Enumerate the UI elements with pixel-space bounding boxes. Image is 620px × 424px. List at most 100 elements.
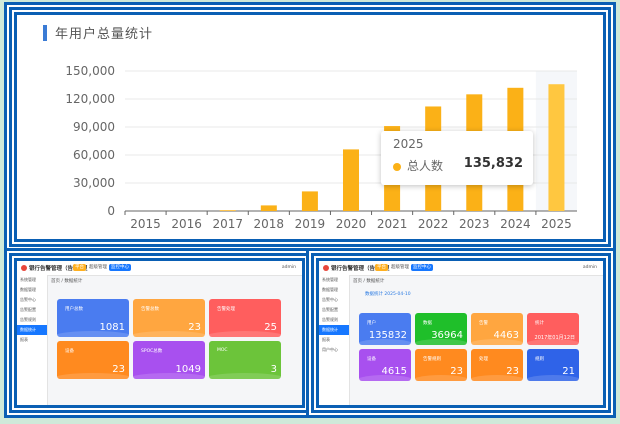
bar-2018 [260,205,277,211]
sidebar-item[interactable]: 数据管理 [17,285,47,295]
x-tick-label: 2023 [459,217,490,231]
monitor-center-button[interactable]: 监控中心 [411,264,433,271]
right-sidebar: 系统管理 数据管理 告警中心 告警配置 告警规则 数据统计 报表 用户中心 [319,275,350,405]
stat-card-value: 23 [188,322,201,333]
sidebar-item[interactable]: 报表 [319,335,349,345]
chart-tooltip: 2025 总人数 135,832 [381,131,533,185]
stat-card-label: 数据 [423,321,432,326]
stat-card-label: 告警规则 [423,357,441,362]
left-admin-page: 银行告警管理（告警管理） 平台 超级管理 监控中心 admin 系统管理 数据管理… [17,261,302,405]
x-tick-label: 2022 [418,217,449,231]
y-tick-label: 120,000 [65,92,115,106]
stat-card-label: 用户总数 [65,307,83,312]
stat-card[interactable]: 告警 4463 [471,313,523,345]
stat-card-value: 23 [506,366,519,377]
bar-2019 [301,191,318,211]
breadcrumb: 首页 / 数据统计 [353,279,385,284]
stat-card[interactable]: 用户 135832 [359,313,411,345]
sidebar-item[interactable]: 告警规则 [319,315,349,325]
sidebar-item[interactable]: 系统管理 [17,275,47,285]
stat-card[interactable]: 统计 2017年01月12日 [527,313,579,345]
y-tick-label: 150,000 [65,64,115,78]
stat-card-value: 36964 [431,330,463,341]
stat-card-value: 3 [270,364,277,375]
x-tick-label: 2020 [336,217,367,231]
stat-card-label: 统计 [535,321,544,326]
annual-users-bar-chart[interactable]: 0 30,000 60,000 90,000 120,000 150,000 2015 201… [17,15,603,239]
stat-card[interactable]: 处理 23 [471,349,523,381]
stat-card-value: 23 [112,364,125,375]
stat-card-value: 4463 [493,330,519,341]
right-admin-page: 银行告警管理（告警管理） 平台 超级管理 监控中心 admin 系统管理 数据管理… [319,261,603,405]
sidebar-item[interactable]: 用户中心 [319,345,349,355]
sidebar-item[interactable]: 数据统计 [319,325,349,335]
sidebar-item[interactable]: 告警配置 [319,305,349,315]
stat-card-label: SPOC总数 [141,349,163,354]
stat-card[interactable]: 用户总数 1081 [57,299,129,337]
stat-card-value: 21 [562,366,575,377]
sidebar-item[interactable]: 系统管理 [319,275,349,285]
stat-card[interactable]: 告警总数 23 [133,299,205,337]
stat-card[interactable]: 数据 36964 [415,313,467,345]
sidebar-item[interactable]: 告警中心 [319,295,349,305]
stat-card[interactable]: 告警规则 23 [415,349,467,381]
sidebar-item[interactable]: 数据统计 [17,325,47,335]
stat-card-label: MOC [217,348,228,353]
y-tick-label: 90,000 [73,120,115,134]
monitor-center-button[interactable]: 监控中心 [109,264,131,271]
user-menu[interactable]: admin [282,265,296,270]
bar-2017 [219,210,236,211]
tooltip-year: 2025 [393,137,424,151]
x-tick-label: 2024 [500,217,531,231]
stat-card-value: 1049 [175,364,201,375]
stat-card[interactable]: 设备 4615 [359,349,411,381]
stat-card-value: 135832 [368,330,407,341]
y-tick-label: 60,000 [73,148,115,162]
bar-2025 [548,84,565,211]
stat-card-label: 设备 [367,357,376,362]
bar-2020 [343,149,359,211]
stat-card-value: 2017年01月12日 [534,335,575,341]
left-admin-screenshot: 银行告警管理（告警管理） 平台 超级管理 监控中心 admin 系统管理 数据管理… [14,258,305,408]
sidebar-item[interactable]: 告警配置 [17,305,47,315]
x-tick-label: 2019 [295,217,326,231]
platform-badge: 平台 [375,264,388,271]
x-tick-label: 2015 [130,217,161,231]
breadcrumb: 首页 / 数据统计 [51,279,83,284]
tooltip-series-dot [393,163,401,171]
right-admin-header: 银行告警管理（告警管理） 平台 超级管理 监控中心 admin [319,261,603,276]
x-tick-label: 2021 [377,217,408,231]
stat-card-value: 25 [264,322,277,333]
app-logo-icon [323,265,329,271]
stat-card[interactable]: SPOC总数 1049 [133,341,205,379]
x-tick-label: 2018 [254,217,285,231]
stat-card-label: 用户 [367,321,376,326]
app-logo-icon [21,265,27,271]
left-admin-header: 银行告警管理（告警管理） 平台 超级管理 监控中心 admin [17,261,302,276]
platform-badge: 平台 [73,264,86,271]
sidebar-item[interactable]: 告警规则 [17,315,47,325]
role-label: 超级管理 [87,264,109,271]
stat-card-value: 23 [450,366,463,377]
tooltip-label: 总人数 [407,159,444,173]
stat-card-label: 告警总数 [141,307,159,312]
user-menu[interactable]: admin [583,265,597,270]
sidebar-item[interactable]: 数据管理 [319,285,349,295]
annual-users-panel: 年用户总量统计 0 30,000 60,000 90,000 120,000 150,00… [14,12,606,242]
stat-card[interactable]: 设备 23 [57,341,129,379]
right-admin-screenshot: 银行告警管理（告警管理） 平台 超级管理 监控中心 admin 系统管理 数据管理… [316,258,606,408]
role-label: 超级管理 [389,264,411,271]
x-tick-label: 2017 [212,217,243,231]
y-tick-label: 30,000 [73,176,115,190]
sidebar-item[interactable]: 报表 [17,335,47,345]
stat-card-label: 规则 [535,357,544,362]
stat-card-value: 4615 [381,366,407,377]
stat-card[interactable]: 规则 21 [527,349,579,381]
stat-card-label: 告警处理 [217,307,235,312]
y-tick-label: 0 [107,204,115,218]
sidebar-item[interactable]: 告警中心 [17,295,47,305]
stat-card-label: 设备 [65,349,74,354]
stat-card[interactable]: MOC 3 [209,341,281,379]
stat-card-label: 处理 [479,357,488,362]
stat-card[interactable]: 告警处理 25 [209,299,281,337]
